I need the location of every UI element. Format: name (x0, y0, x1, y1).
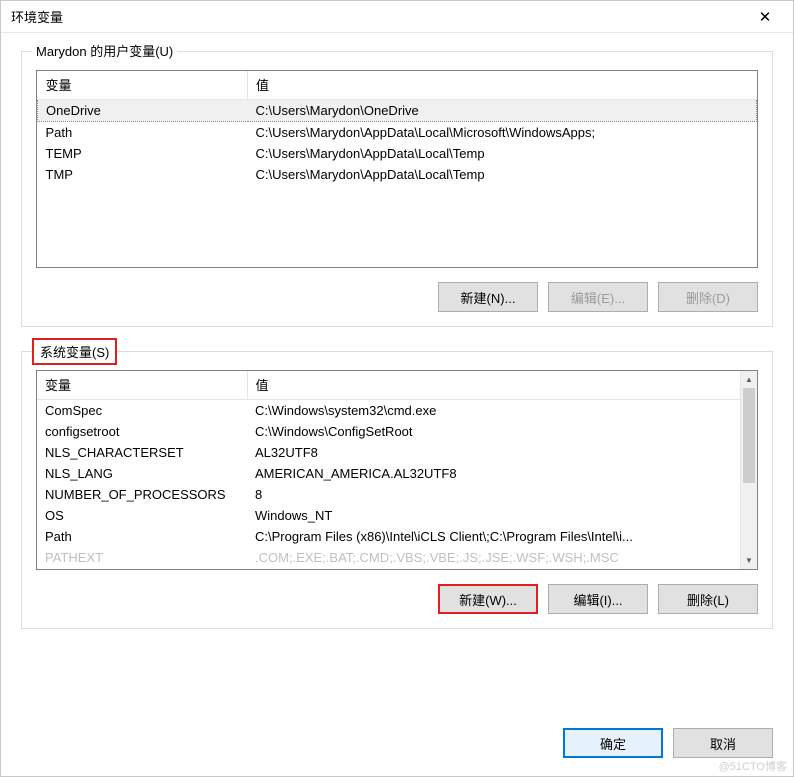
system-variables-label: 系统变量(S) (32, 338, 117, 365)
cell-value: AL32UTF8 (247, 442, 740, 463)
cell-variable: TMP (38, 164, 248, 185)
cell-variable: NLS_CHARACTERSET (37, 442, 247, 463)
cell-variable: PATHEXT (37, 547, 247, 568)
scroll-thumb[interactable] (743, 388, 755, 483)
cell-variable: Path (37, 526, 247, 547)
scroll-up-icon[interactable]: ▲ (741, 371, 757, 388)
table-row[interactable]: NLS_CHARACTERSET AL32UTF8 (37, 442, 740, 463)
table-row[interactable]: ComSpec C:\Windows\system32\cmd.exe (37, 400, 740, 422)
system-variables-table-wrap: 变量 值 ComSpec C:\Windows\system32\cmd.exe… (36, 370, 758, 570)
cell-variable: OneDrive (38, 100, 248, 122)
table-header-row: 变量 值 (38, 71, 757, 100)
cell-value: C:\Windows\system32\cmd.exe (247, 400, 740, 422)
new-user-var-button[interactable]: 新建(N)... (438, 282, 538, 312)
cell-value: C:\Users\Marydon\AppData\Local\Microsoft… (248, 122, 757, 144)
table-row[interactable]: Path C:\Program Files (x86)\Intel\iCLS C… (37, 526, 740, 547)
cell-value: C:\Windows\ConfigSetRoot (247, 421, 740, 442)
cancel-button[interactable]: 取消 (673, 728, 773, 758)
window-title: 环境变量 (11, 7, 63, 26)
cell-variable: TEMP (38, 143, 248, 164)
cell-value: C:\Users\Marydon\OneDrive (248, 100, 757, 122)
col-header-value[interactable]: 值 (247, 371, 740, 400)
edit-sys-var-button[interactable]: 编辑(I)... (548, 584, 648, 614)
system-variables-table[interactable]: 变量 值 ComSpec C:\Windows\system32\cmd.exe… (37, 371, 740, 568)
table-row[interactable]: Path C:\Users\Marydon\AppData\Local\Micr… (38, 122, 757, 144)
table-row[interactable]: OS Windows_NT (37, 505, 740, 526)
delete-sys-var-button[interactable]: 删除(L) (658, 584, 758, 614)
cell-value: AMERICAN_AMERICA.AL32UTF8 (247, 463, 740, 484)
user-variables-group: Marydon 的用户变量(U) 变量 值 OneDrive C:\Users\… (21, 51, 773, 327)
content-area: Marydon 的用户变量(U) 变量 值 OneDrive C:\Users\… (1, 33, 793, 629)
cell-variable: NUMBER_OF_PROCESSORS (37, 484, 247, 505)
cell-variable: OS (37, 505, 247, 526)
table-header-row: 变量 值 (37, 371, 740, 400)
col-header-variable[interactable]: 变量 (37, 371, 247, 400)
cell-value: .COM;.EXE;.BAT;.CMD;.VBS;.VBE;.JS;.JSE;.… (247, 547, 740, 568)
close-button[interactable]: ✕ (745, 3, 785, 31)
cell-variable: Path (38, 122, 248, 144)
cell-variable: ComSpec (37, 400, 247, 422)
table-row[interactable]: OneDrive C:\Users\Marydon\OneDrive (38, 100, 757, 122)
user-vars-buttons: 新建(N)... 编辑(E)... 删除(D) (36, 282, 758, 312)
cell-variable: configsetroot (37, 421, 247, 442)
table-row[interactable]: NLS_LANG AMERICAN_AMERICA.AL32UTF8 (37, 463, 740, 484)
col-header-value[interactable]: 值 (248, 71, 757, 100)
new-sys-var-button[interactable]: 新建(W)... (438, 584, 538, 614)
table-row[interactable]: configsetroot C:\Windows\ConfigSetRoot (37, 421, 740, 442)
sys-vars-buttons: 新建(W)... 编辑(I)... 删除(L) (36, 584, 758, 614)
cell-value: C:\Users\Marydon\AppData\Local\Temp (248, 164, 757, 185)
system-vars-scrollbar[interactable]: ▲ ▼ (740, 371, 757, 569)
close-icon: ✕ (759, 8, 772, 26)
watermark: @51CTO博客 (719, 758, 787, 774)
ok-button[interactable]: 确定 (563, 728, 663, 758)
cell-variable: NLS_LANG (37, 463, 247, 484)
cell-value: C:\Users\Marydon\AppData\Local\Temp (248, 143, 757, 164)
cell-value: Windows_NT (247, 505, 740, 526)
cell-value: 8 (247, 484, 740, 505)
edit-user-var-button[interactable]: 编辑(E)... (548, 282, 648, 312)
user-variables-table[interactable]: 变量 值 OneDrive C:\Users\Marydon\OneDrive … (37, 71, 757, 185)
titlebar: 环境变量 ✕ (1, 1, 793, 33)
table-row[interactable]: NUMBER_OF_PROCESSORS 8 (37, 484, 740, 505)
system-variables-group: 系统变量(S) 变量 值 ComSpec C:\Windows\system32… (21, 351, 773, 629)
user-variables-label: Marydon 的用户变量(U) (32, 41, 177, 60)
user-variables-table-wrap: 变量 值 OneDrive C:\Users\Marydon\OneDrive … (36, 70, 758, 268)
cell-value: C:\Program Files (x86)\Intel\iCLS Client… (247, 526, 740, 547)
scroll-down-icon[interactable]: ▼ (741, 552, 757, 569)
dialog-buttons: 确定 取消 (563, 728, 773, 758)
delete-user-var-button[interactable]: 删除(D) (658, 282, 758, 312)
table-row[interactable]: PATHEXT .COM;.EXE;.BAT;.CMD;.VBS;.VBE;.J… (37, 547, 740, 568)
table-row[interactable]: TMP C:\Users\Marydon\AppData\Local\Temp (38, 164, 757, 185)
col-header-variable[interactable]: 变量 (38, 71, 248, 100)
table-row[interactable]: TEMP C:\Users\Marydon\AppData\Local\Temp (38, 143, 757, 164)
